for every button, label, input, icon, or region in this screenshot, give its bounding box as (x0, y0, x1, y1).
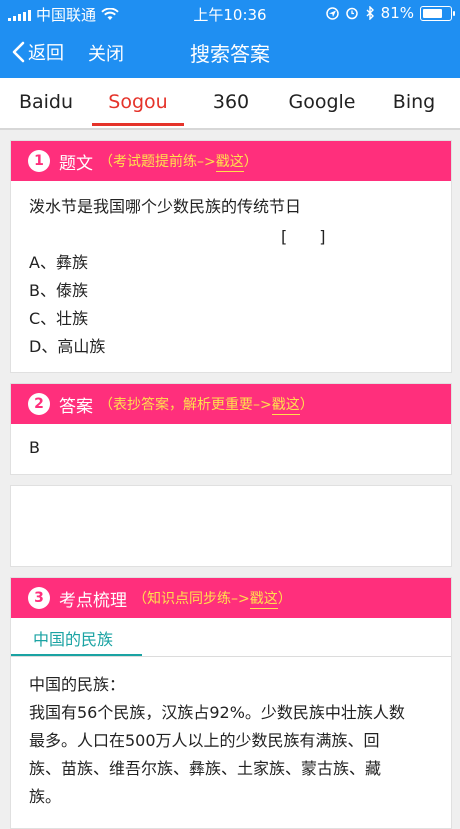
tab-sogou[interactable]: Sogou (92, 91, 184, 113)
hint-text: （知识点同步练–> (133, 591, 250, 607)
answer-card: 2 答案 （表抄答案，解析更重要–>戳这） B (10, 383, 452, 475)
active-tab-indicator (92, 123, 184, 126)
tab-baidu[interactable]: Baidu (6, 91, 86, 113)
knowledge-line: 最多。人口在500万人以上的少数民族有满族、回 (29, 731, 380, 750)
hint-close: ） (243, 154, 258, 170)
option-b: B、傣族 (29, 281, 88, 300)
question-card: 1 题文 （考试题提前练–>戳这） 泼水节是我国哪个少数民族的传统节日 [ ] … (10, 140, 452, 373)
status-bar: 中国联通 上午10:36 81% (0, 0, 460, 26)
knowledge-line: 中国的民族： (29, 675, 126, 694)
tab-bing[interactable]: Bing (380, 91, 448, 113)
knowledge-tabs: 中国的民族 (11, 618, 451, 657)
section-number: 3 (28, 587, 50, 609)
practice-link[interactable]: 戳这 (215, 154, 244, 172)
answer-blank: [ ] (281, 227, 326, 246)
option-a: A、彝族 (29, 253, 88, 272)
analysis-hint: （表抄答案，解析更重要–>戳这） (99, 394, 314, 415)
section-title: 考点梳理 (59, 590, 127, 611)
answer-value: B (29, 438, 40, 457)
option-d: D、高山族 (29, 337, 106, 356)
hint-text: （考试题提前练–> (99, 154, 216, 170)
nav-bar: 返回 关闭 搜索答案 (0, 26, 460, 78)
question-header: 1 题文 （考试题提前练–>戳这） (11, 141, 451, 181)
battery-percent: 81% (380, 4, 414, 22)
hint-close: ） (277, 591, 292, 607)
question-text: 泼水节是我国哪个少数民族的传统节日 (29, 197, 302, 216)
location-icon (325, 6, 339, 20)
knowledge-link[interactable]: 戳这 (249, 591, 278, 609)
battery-icon (420, 5, 455, 21)
knowledge-line: 我国有56个民族，汉族占92%。少数民族中壮族人数 (29, 703, 405, 722)
section-title: 答案 (59, 396, 93, 417)
engine-tabs: Baidu Sogou 360 Google Bing (0, 78, 460, 130)
tab-chinese-ethnic-groups[interactable]: 中国的民族 (33, 626, 113, 650)
subtab-indicator (11, 654, 142, 656)
section-number: 1 (28, 150, 50, 172)
section-title: 题文 (59, 153, 93, 174)
hint-close: ） (299, 397, 314, 413)
knowledge-line: 族、苗族、维吾尔族、彝族、土家族、蒙古族、藏 (29, 759, 382, 778)
knowledge-text: 中国的民族： 我国有56个民族，汉族占92%。少数民族中壮族人数 最多。人口在5… (11, 657, 451, 811)
alarm-icon (345, 7, 358, 20)
page-title: 搜索答案 (190, 42, 270, 66)
section-number: 2 (28, 393, 50, 415)
knowledge-hint: （知识点同步练–>戳这） (133, 588, 292, 609)
practice-hint: （考试题提前练–>戳这） (99, 151, 258, 172)
analysis-link[interactable]: 戳这 (271, 397, 300, 415)
option-c: C、壮族 (29, 309, 89, 328)
bluetooth-icon (366, 6, 374, 20)
tab-google[interactable]: Google (280, 91, 364, 113)
points-card: 3 考点梳理 （知识点同步练–>戳这） 中国的民族 中国的民族： 我国有56个民… (10, 577, 452, 829)
answer-header: 2 答案 （表抄答案，解析更重要–>戳这） (11, 384, 451, 424)
knowledge-line: 族。 (29, 787, 62, 806)
points-header: 3 考点梳理 （知识点同步练–>戳这） (11, 578, 451, 618)
hint-text: （表抄答案，解析更重要–> (99, 397, 272, 413)
analysis-card (10, 485, 452, 567)
tab-360[interactable]: 360 (193, 91, 269, 113)
